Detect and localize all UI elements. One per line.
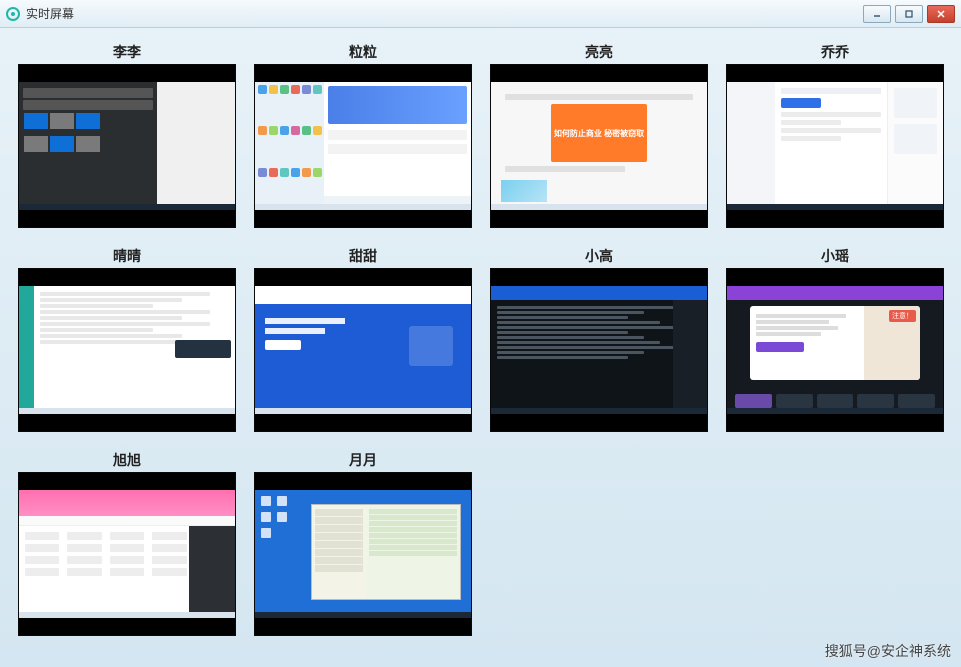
screen-thumbnail[interactable]: 注意！ [726, 268, 944, 432]
screen-cell: 小高 [490, 246, 708, 432]
screen-thumbnail[interactable] [254, 472, 472, 636]
screen-thumbnail[interactable] [254, 64, 472, 228]
screen-cell: 亮亮 如何防止商业 秘密被窃取 [490, 42, 708, 228]
user-name: 月月 [349, 450, 377, 468]
content-area: 李李 粒粒 [0, 28, 961, 667]
window-title: 实时屏幕 [26, 5, 863, 22]
screen-thumbnail[interactable] [18, 64, 236, 228]
screen-thumbnail[interactable]: 如何防止商业 秘密被窃取 [490, 64, 708, 228]
screen-thumbnail[interactable] [254, 268, 472, 432]
user-name: 乔乔 [821, 42, 849, 60]
user-name: 旭旭 [113, 450, 141, 468]
close-button[interactable] [927, 5, 955, 23]
screen-thumbnail[interactable] [18, 472, 236, 636]
app-icon [6, 7, 20, 21]
screen-grid: 李李 粒粒 [18, 42, 943, 636]
screen-thumbnail[interactable] [726, 64, 944, 228]
user-name: 甜甜 [349, 246, 377, 264]
badge: 注意！ [889, 310, 916, 322]
screen-thumbnail[interactable] [18, 268, 236, 432]
orange-card: 如何防止商业 秘密被窃取 [551, 104, 647, 162]
user-name: 晴晴 [113, 246, 141, 264]
maximize-button[interactable] [895, 5, 923, 23]
window-controls [863, 5, 955, 23]
screen-cell: 旭旭 [18, 450, 236, 636]
screen-cell: 晴晴 [18, 246, 236, 432]
user-name: 亮亮 [585, 42, 613, 60]
screen-cell: 粒粒 [254, 42, 472, 228]
screen-cell: 小瑶 注意！ [726, 246, 944, 432]
screen-cell: 李李 [18, 42, 236, 228]
titlebar: 实时屏幕 [0, 0, 961, 28]
user-name: 小瑶 [821, 246, 849, 264]
screen-cell: 乔乔 [726, 42, 944, 228]
user-name: 粒粒 [349, 42, 377, 60]
user-name: 小高 [585, 246, 613, 264]
minimize-button[interactable] [863, 5, 891, 23]
screen-cell: 甜甜 [254, 246, 472, 432]
screen-thumbnail[interactable] [490, 268, 708, 432]
screen-cell: 月月 [254, 450, 472, 636]
user-name: 李李 [113, 42, 141, 60]
